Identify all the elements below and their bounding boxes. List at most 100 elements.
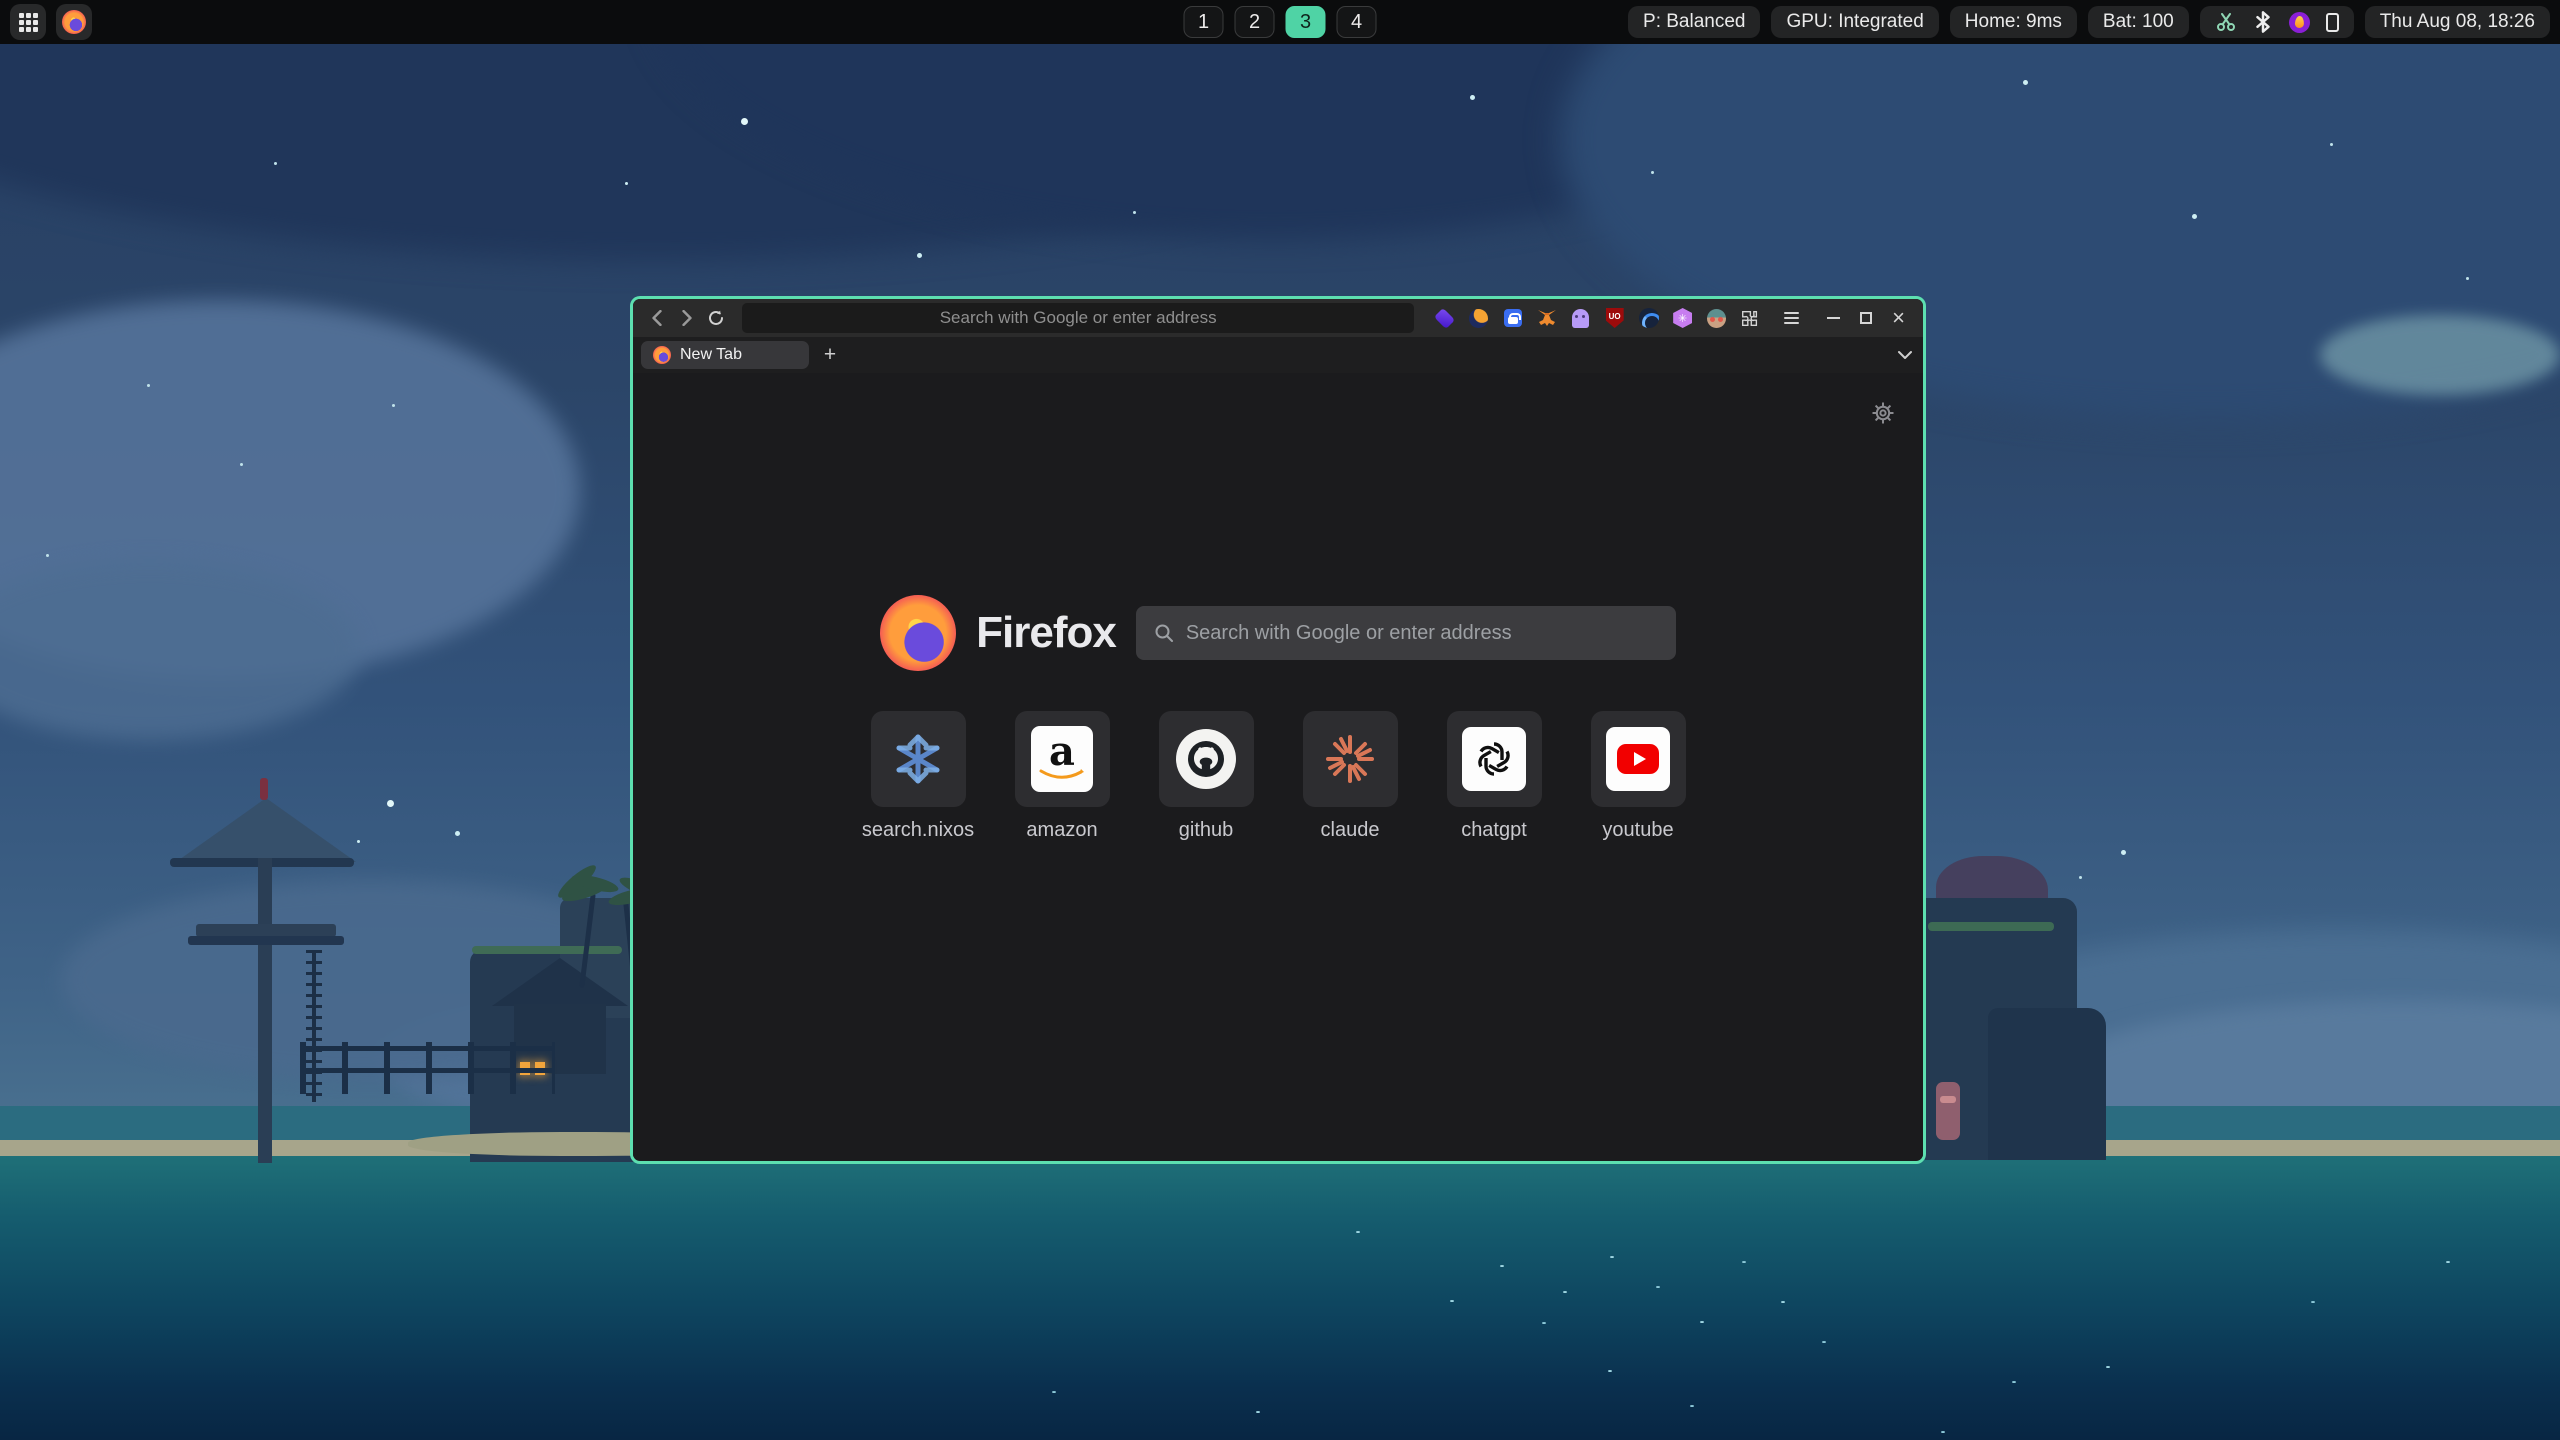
firefox-wordmark: Firefox bbox=[976, 608, 1116, 658]
shortcut-label: search.nixos bbox=[862, 819, 974, 842]
avatar-goggles-icon bbox=[1707, 309, 1726, 328]
wallpaper-hut-roof bbox=[492, 958, 628, 1006]
firefox-window: UO ✳ × bbox=[630, 296, 1926, 1164]
scissors-icon bbox=[2215, 11, 2237, 33]
clock-label: Thu Aug 08, 18:26 bbox=[2380, 11, 2535, 33]
shortcut-tiles: search.nixos a amazon bbox=[633, 711, 1923, 842]
extension-button-blue-lock[interactable] bbox=[1502, 308, 1523, 329]
extensions-row: UO ✳ bbox=[1434, 308, 1799, 329]
url-bar[interactable] bbox=[742, 303, 1414, 333]
firefox-launcher-button[interactable] bbox=[56, 4, 92, 40]
wallpaper-tower-pole bbox=[258, 858, 272, 1163]
wallpaper-moss-right bbox=[1928, 922, 2054, 931]
wallpaper-ocean bbox=[0, 1156, 2560, 1440]
personalize-settings-button[interactable] bbox=[1871, 401, 1895, 430]
tab-bar: New Tab + bbox=[633, 337, 1923, 373]
extension-button-avatar[interactable] bbox=[1706, 308, 1727, 329]
shortcut-label: amazon bbox=[1026, 819, 1097, 842]
gpu-label: GPU: Integrated bbox=[1786, 11, 1923, 33]
dark-orb-icon bbox=[1469, 309, 1488, 328]
newtab-search-bar[interactable] bbox=[1136, 606, 1676, 660]
new-tab-button[interactable]: + bbox=[815, 341, 845, 369]
app-launcher-button[interactable] bbox=[10, 4, 46, 40]
system-tray[interactable] bbox=[2200, 6, 2354, 38]
github-octocat-icon bbox=[1186, 739, 1226, 779]
reload-icon bbox=[707, 309, 725, 327]
clock[interactable]: Thu Aug 08, 18:26 bbox=[2365, 6, 2550, 38]
app-menu-button[interactable] bbox=[1784, 312, 1799, 324]
tab-label: New Tab bbox=[680, 346, 742, 364]
extension-button-dark-orb[interactable] bbox=[1468, 308, 1489, 329]
newtab-search-input[interactable] bbox=[1186, 622, 1658, 645]
ping-status[interactable]: Home: 9ms bbox=[1950, 6, 2077, 38]
workspace-button-3-active[interactable]: 3 bbox=[1286, 6, 1326, 38]
workspace-button-2[interactable]: 2 bbox=[1235, 6, 1275, 38]
desktop: 1 2 3 4 P: Balanced GPU: Integrated Home… bbox=[0, 0, 2560, 1440]
metamask-fox-icon bbox=[1537, 309, 1557, 328]
list-all-tabs-button[interactable] bbox=[1897, 337, 1913, 373]
close-button[interactable]: × bbox=[1892, 307, 1905, 329]
chevron-down-icon bbox=[1897, 350, 1913, 360]
gpu-status[interactable]: GPU: Integrated bbox=[1771, 6, 1938, 38]
wallpaper-tower-finial bbox=[260, 778, 268, 800]
workspace-button-1[interactable]: 1 bbox=[1184, 6, 1224, 38]
extension-button-purple-layers[interactable] bbox=[1434, 308, 1455, 329]
shortcut-amazon[interactable]: a amazon bbox=[1015, 711, 1110, 842]
reload-button[interactable] bbox=[704, 303, 728, 333]
power-profile-label: P: Balanced bbox=[1643, 11, 1745, 33]
url-input[interactable] bbox=[742, 303, 1414, 333]
forward-button[interactable] bbox=[675, 303, 699, 333]
flame-notification-icon bbox=[2289, 12, 2310, 33]
shortcut-label: chatgpt bbox=[1461, 819, 1527, 842]
power-profile-status[interactable]: P: Balanced bbox=[1628, 6, 1760, 38]
extension-button-hexagon[interactable]: ✳ bbox=[1672, 308, 1693, 329]
nixos-snowflake-icon bbox=[890, 731, 946, 787]
amazon-smile-icon bbox=[1039, 768, 1085, 782]
shortcut-github[interactable]: github bbox=[1159, 711, 1254, 842]
shortcut-claude[interactable]: claude bbox=[1303, 711, 1398, 842]
wallpaper-island-moss bbox=[472, 946, 622, 954]
tab-new-tab[interactable]: New Tab bbox=[641, 341, 809, 369]
new-tab-page: Firefox bbox=[633, 373, 1923, 1157]
gear-icon bbox=[1871, 401, 1895, 425]
extension-button-ghostery[interactable] bbox=[1570, 308, 1591, 329]
top-status-bar: 1 2 3 4 P: Balanced GPU: Integrated Home… bbox=[0, 0, 2560, 44]
ping-label: Home: 9ms bbox=[1965, 11, 2062, 33]
shortcut-youtube[interactable]: youtube bbox=[1591, 711, 1686, 842]
claude-starburst-icon bbox=[1323, 732, 1377, 786]
firefox-logo bbox=[880, 595, 956, 671]
forward-icon bbox=[680, 310, 694, 326]
extensions-manager-button[interactable] bbox=[1740, 308, 1761, 329]
ublock-shield-icon: UO bbox=[1606, 308, 1624, 328]
back-icon bbox=[650, 310, 664, 326]
search-icon bbox=[1154, 623, 1174, 643]
extension-button-ublock[interactable]: UO bbox=[1604, 308, 1625, 329]
battery-status[interactable]: Bat: 100 bbox=[2088, 6, 2189, 38]
wallpaper-tower-roof bbox=[176, 798, 356, 862]
wallpaper-tower-platform bbox=[188, 936, 344, 945]
youtube-play-icon bbox=[1617, 744, 1659, 774]
minimize-button[interactable] bbox=[1827, 317, 1840, 319]
puzzle-piece-icon bbox=[1741, 309, 1760, 328]
ghost-icon bbox=[1572, 309, 1589, 328]
maximize-button[interactable] bbox=[1860, 312, 1872, 324]
battery-label: Bat: 100 bbox=[2103, 11, 2174, 33]
wallpaper-cloud bbox=[2320, 315, 2560, 395]
shortcut-chatgpt[interactable]: chatgpt bbox=[1447, 711, 1542, 842]
wallpaper-rock-right bbox=[1988, 1008, 2106, 1160]
navigation-toolbar: UO ✳ × bbox=[633, 299, 1923, 337]
blue-lock-icon bbox=[1504, 309, 1522, 327]
openai-knot-icon bbox=[1471, 736, 1517, 782]
back-button[interactable] bbox=[645, 303, 669, 333]
extension-button-metamask[interactable] bbox=[1536, 308, 1557, 329]
extension-button-vpn[interactable] bbox=[1638, 308, 1659, 329]
phone-icon bbox=[2326, 13, 2339, 32]
window-controls: × bbox=[1827, 307, 1905, 329]
purple-hexagon-icon: ✳ bbox=[1673, 308, 1692, 328]
purple-layers-icon bbox=[1434, 307, 1455, 328]
workspace-button-4[interactable]: 4 bbox=[1337, 6, 1377, 38]
firefox-icon bbox=[62, 10, 86, 34]
shortcut-search-nixos[interactable]: search.nixos bbox=[871, 711, 966, 842]
shortcut-label: github bbox=[1179, 819, 1234, 842]
shortcut-label: claude bbox=[1321, 819, 1380, 842]
